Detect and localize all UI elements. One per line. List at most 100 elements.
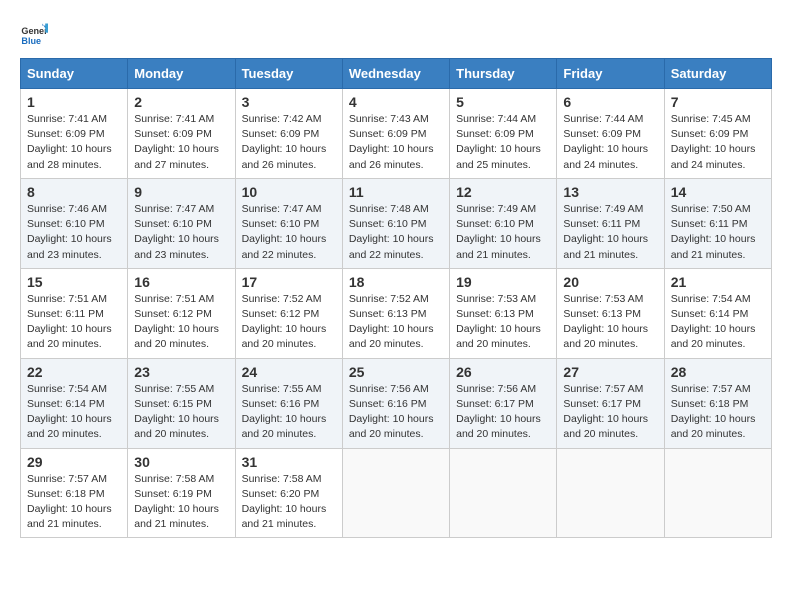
weekday-header-monday: Monday: [128, 59, 235, 89]
calendar-cell: 26Sunrise: 7:56 AM Sunset: 6:17 PM Dayli…: [450, 358, 557, 448]
day-info: Sunrise: 7:56 AM Sunset: 6:16 PM Dayligh…: [349, 382, 443, 443]
day-info: Sunrise: 7:47 AM Sunset: 6:10 PM Dayligh…: [242, 202, 336, 263]
day-number: 31: [242, 454, 336, 470]
weekday-header-wednesday: Wednesday: [342, 59, 449, 89]
day-info: Sunrise: 7:55 AM Sunset: 6:15 PM Dayligh…: [134, 382, 228, 443]
calendar-cell: 15 Sunrise: 7:51 AM Sunset: 6:11 PM Dayli…: [21, 268, 128, 358]
calendar-cell: [342, 448, 449, 538]
day-number: 17: [242, 274, 336, 290]
weekday-header-tuesday: Tuesday: [235, 59, 342, 89]
calendar-cell: 14 Sunrise: 7:50 AM Sunset: 6:11 PM Dayli…: [664, 178, 771, 268]
day-info: Sunrise: 7:45 AM Sunset: 6:09 PM Dayligh…: [671, 112, 765, 173]
day-number: 15: [27, 274, 121, 290]
day-number: 29: [27, 454, 121, 470]
svg-text:Blue: Blue: [21, 36, 41, 46]
day-info: Sunrise: 7:43 AM Sunset: 6:09 PM Dayligh…: [349, 112, 443, 173]
calendar-cell: 7 Sunrise: 7:45 AM Sunset: 6:09 PM Daylig…: [664, 89, 771, 179]
weekday-header-friday: Friday: [557, 59, 664, 89]
day-number: 4: [349, 94, 443, 110]
calendar-cell: 2 Sunrise: 7:41 AM Sunset: 6:09 PM Daylig…: [128, 89, 235, 179]
calendar-cell: 11 Sunrise: 7:48 AM Sunset: 6:10 PM Dayli…: [342, 178, 449, 268]
day-info: Sunrise: 7:53 AM Sunset: 6:13 PM Dayligh…: [563, 292, 657, 353]
day-number: 13: [563, 184, 657, 200]
day-number: 9: [134, 184, 228, 200]
day-number: 30: [134, 454, 228, 470]
day-info: Sunrise: 7:50 AM Sunset: 6:11 PM Dayligh…: [671, 202, 765, 263]
day-info: Sunrise: 7:49 AM Sunset: 6:11 PM Dayligh…: [563, 202, 657, 263]
calendar-cell: 1Sunrise: 7:41 AM Sunset: 6:09 PM Daylig…: [21, 89, 128, 179]
calendar-cell: 20 Sunrise: 7:53 AM Sunset: 6:13 PM Dayli…: [557, 268, 664, 358]
calendar-cell: 3Sunrise: 7:42 AM Sunset: 6:09 PM Daylig…: [235, 89, 342, 179]
day-info: Sunrise: 7:53 AM Sunset: 6:13 PM Dayligh…: [456, 292, 550, 353]
calendar-cell: 5 Sunrise: 7:44 AM Sunset: 6:09 PM Daylig…: [450, 89, 557, 179]
day-info: Sunrise: 7:57 AM Sunset: 6:17 PM Dayligh…: [563, 382, 657, 443]
day-number: 11: [349, 184, 443, 200]
weekday-header-saturday: Saturday: [664, 59, 771, 89]
calendar-cell: 29 Sunrise: 7:57 AM Sunset: 6:18 PM Dayli…: [21, 448, 128, 538]
calendar-cell: 8Sunrise: 7:46 AM Sunset: 6:10 PM Daylig…: [21, 178, 128, 268]
day-info: Sunrise: 7:42 AM Sunset: 6:09 PM Dayligh…: [242, 112, 336, 173]
day-number: 27: [563, 364, 657, 380]
day-number: 19: [456, 274, 550, 290]
calendar-cell: 24Sunrise: 7:55 AM Sunset: 6:16 PM Dayli…: [235, 358, 342, 448]
day-number: 2: [134, 94, 228, 110]
day-number: 12: [456, 184, 550, 200]
day-info: Sunrise: 7:52 AM Sunset: 6:12 PM Dayligh…: [242, 292, 336, 353]
day-number: 21: [671, 274, 765, 290]
calendar-cell: [557, 448, 664, 538]
calendar-cell: 18Sunrise: 7:52 AM Sunset: 6:13 PM Dayli…: [342, 268, 449, 358]
day-info: Sunrise: 7:44 AM Sunset: 6:09 PM Dayligh…: [563, 112, 657, 173]
day-number: 8: [27, 184, 121, 200]
calendar-cell: 30 Sunrise: 7:58 AM Sunset: 6:19 PM Dayli…: [128, 448, 235, 538]
page-header: General Blue: [20, 20, 772, 48]
day-number: 22: [27, 364, 121, 380]
calendar-table: SundayMondayTuesdayWednesdayThursdayFrid…: [20, 58, 772, 538]
calendar-cell: 9Sunrise: 7:47 AM Sunset: 6:10 PM Daylig…: [128, 178, 235, 268]
calendar-cell: 13 Sunrise: 7:49 AM Sunset: 6:11 PM Dayli…: [557, 178, 664, 268]
day-info: Sunrise: 7:51 AM Sunset: 6:11 PM Dayligh…: [27, 292, 121, 353]
day-number: 10: [242, 184, 336, 200]
day-number: 5: [456, 94, 550, 110]
day-info: Sunrise: 7:44 AM Sunset: 6:09 PM Dayligh…: [456, 112, 550, 173]
day-info: Sunrise: 7:57 AM Sunset: 6:18 PM Dayligh…: [27, 472, 121, 533]
calendar-cell: [450, 448, 557, 538]
day-number: 24: [242, 364, 336, 380]
day-info: Sunrise: 7:48 AM Sunset: 6:10 PM Dayligh…: [349, 202, 443, 263]
calendar-cell: 28 Sunrise: 7:57 AM Sunset: 6:18 PM Dayli…: [664, 358, 771, 448]
day-number: 16: [134, 274, 228, 290]
day-number: 25: [349, 364, 443, 380]
day-number: 28: [671, 364, 765, 380]
calendar-cell: 17 Sunrise: 7:52 AM Sunset: 6:12 PM Dayli…: [235, 268, 342, 358]
day-info: Sunrise: 7:41 AM Sunset: 6:09 PM Dayligh…: [134, 112, 228, 173]
calendar-cell: 12 Sunrise: 7:49 AM Sunset: 6:10 PM Dayli…: [450, 178, 557, 268]
day-number: 6: [563, 94, 657, 110]
calendar-cell: 16 Sunrise: 7:51 AM Sunset: 6:12 PM Dayli…: [128, 268, 235, 358]
calendar-cell: 31 Sunrise: 7:58 AM Sunset: 6:20 PM Dayli…: [235, 448, 342, 538]
day-number: 7: [671, 94, 765, 110]
weekday-header-sunday: Sunday: [21, 59, 128, 89]
day-info: Sunrise: 7:51 AM Sunset: 6:12 PM Dayligh…: [134, 292, 228, 353]
day-info: Sunrise: 7:57 AM Sunset: 6:18 PM Dayligh…: [671, 382, 765, 443]
calendar-cell: 25 Sunrise: 7:56 AM Sunset: 6:16 PM Dayli…: [342, 358, 449, 448]
calendar-cell: 22 Sunrise: 7:54 AM Sunset: 6:14 PM Dayli…: [21, 358, 128, 448]
calendar-cell: [664, 448, 771, 538]
day-number: 14: [671, 184, 765, 200]
day-info: Sunrise: 7:54 AM Sunset: 6:14 PM Dayligh…: [27, 382, 121, 443]
calendar-cell: 19 Sunrise: 7:53 AM Sunset: 6:13 PM Dayli…: [450, 268, 557, 358]
calendar-cell: 10 Sunrise: 7:47 AM Sunset: 6:10 PM Dayli…: [235, 178, 342, 268]
weekday-header-thursday: Thursday: [450, 59, 557, 89]
calendar-cell: 6 Sunrise: 7:44 AM Sunset: 6:09 PM Daylig…: [557, 89, 664, 179]
logo: General Blue: [20, 20, 50, 48]
calendar-cell: 23Sunrise: 7:55 AM Sunset: 6:15 PM Dayli…: [128, 358, 235, 448]
day-info: Sunrise: 7:58 AM Sunset: 6:19 PM Dayligh…: [134, 472, 228, 533]
calendar-cell: 4 Sunrise: 7:43 AM Sunset: 6:09 PM Daylig…: [342, 89, 449, 179]
day-number: 26: [456, 364, 550, 380]
day-info: Sunrise: 7:49 AM Sunset: 6:10 PM Dayligh…: [456, 202, 550, 263]
day-number: 20: [563, 274, 657, 290]
calendar-cell: 21 Sunrise: 7:54 AM Sunset: 6:14 PM Dayli…: [664, 268, 771, 358]
day-info: Sunrise: 7:54 AM Sunset: 6:14 PM Dayligh…: [671, 292, 765, 353]
day-number: 1: [27, 94, 121, 110]
calendar-cell: 27 Sunrise: 7:57 AM Sunset: 6:17 PM Dayli…: [557, 358, 664, 448]
day-info: Sunrise: 7:58 AM Sunset: 6:20 PM Dayligh…: [242, 472, 336, 533]
svg-text:General: General: [21, 26, 48, 36]
